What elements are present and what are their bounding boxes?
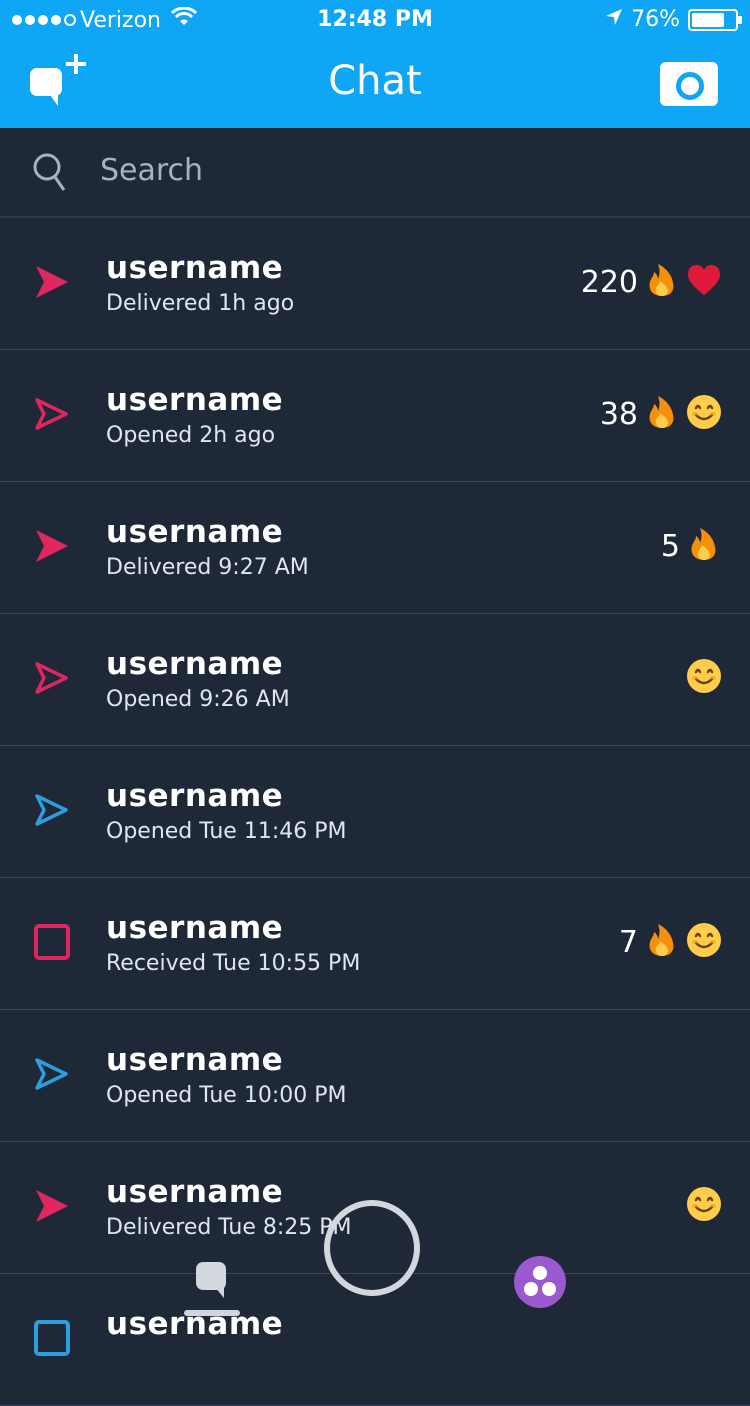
stories-icon[interactable] — [514, 1256, 566, 1308]
chat-status: Opened Tue 11:46 PM — [106, 819, 347, 844]
streak-info: 7 — [619, 922, 722, 962]
chat-username: username — [106, 778, 284, 814]
opened-snap-icon — [32, 658, 72, 698]
search-icon — [32, 152, 68, 196]
chat-row[interactable]: username Opened 9:26 AM — [0, 614, 750, 746]
chat-row[interactable]: username Opened 2h ago 38 — [0, 350, 750, 482]
chat-nav-underline — [184, 1310, 240, 1316]
chat-username: username — [106, 646, 284, 682]
capture-button-icon[interactable] — [324, 1200, 420, 1296]
chat-nav-icon[interactable] — [190, 1256, 238, 1316]
delivered-snap-icon — [32, 526, 72, 566]
streak-info — [686, 658, 722, 698]
streak-count: 220 — [580, 264, 638, 300]
page-title: Chat — [328, 58, 422, 104]
chat-status: Opened 2h ago — [106, 423, 276, 448]
delivered-snap-icon — [32, 1186, 72, 1226]
chat-row[interactable]: username Opened Tue 10:00 PM — [0, 1010, 750, 1142]
streak-count: 38 — [599, 396, 638, 432]
heart-emoji-icon — [686, 262, 722, 302]
streak-count: 5 — [660, 528, 680, 564]
chat-status: Delivered Tue 8:25 PM — [106, 1215, 352, 1240]
received-snap-icon — [32, 922, 72, 962]
smile-emoji-icon — [686, 922, 722, 962]
chat-status: Opened Tue 10:00 PM — [106, 1083, 347, 1108]
smile-emoji-icon — [686, 394, 722, 434]
opened-chat-icon — [32, 1054, 72, 1094]
status-bar: Verizon 12:48 PM 76% — [0, 0, 750, 40]
streak-info — [686, 1186, 722, 1226]
received-chat-icon — [32, 1318, 72, 1358]
fire-emoji-icon — [644, 922, 680, 962]
smile-emoji-icon — [686, 658, 722, 698]
smile-emoji-icon — [686, 1186, 722, 1226]
search-input[interactable]: Search — [100, 153, 203, 188]
chat-username: username — [106, 1174, 284, 1210]
streak-info: 5 — [661, 526, 722, 566]
chat-status: Delivered 1h ago — [106, 291, 295, 316]
chat-row[interactable]: username Opened Tue 11:46 PM — [0, 746, 750, 878]
camera-button[interactable] — [660, 62, 718, 106]
fire-emoji-icon — [644, 394, 680, 434]
streak-info: 220 — [581, 262, 722, 302]
location-arrow-icon — [605, 7, 623, 32]
chat-username: username — [106, 382, 284, 418]
chat-username: username — [106, 1042, 284, 1078]
right-status: 76% — [605, 7, 742, 32]
battery-percent: 76% — [631, 7, 680, 32]
camera-icon — [676, 72, 704, 100]
search-bar[interactable]: Search — [0, 128, 750, 218]
battery-fill — [692, 12, 724, 27]
chat-row[interactable]: username Delivered 9:27 AM 5 — [0, 482, 750, 614]
fire-emoji-icon — [644, 262, 680, 302]
battery-icon — [688, 8, 742, 31]
fire-emoji-icon — [686, 526, 722, 566]
opened-chat-icon — [32, 790, 72, 830]
delivered-snap-icon — [32, 262, 72, 302]
streak-count: 7 — [618, 924, 638, 960]
chat-username: username — [106, 250, 284, 286]
chat-status: Opened 9:26 AM — [106, 687, 290, 712]
chat-row[interactable]: username Received Tue 10:55 PM 7 — [0, 878, 750, 1010]
chat-username: username — [106, 514, 284, 550]
streak-info: 38 — [600, 394, 722, 434]
top-bar: Verizon 12:48 PM 76% Chat — [0, 0, 750, 128]
chat-status: Received Tue 10:55 PM — [106, 951, 361, 976]
chat-row[interactable]: username Delivered 1h ago 220 — [0, 218, 750, 350]
chat-status: Delivered 9:27 AM — [106, 555, 309, 580]
chat-username: username — [106, 910, 284, 946]
opened-snap-icon — [32, 394, 72, 434]
